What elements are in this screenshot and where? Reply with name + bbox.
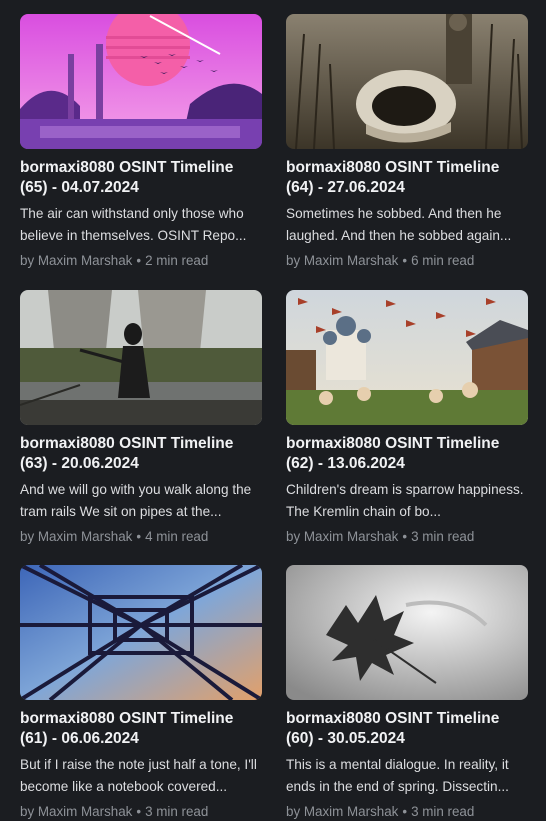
post-read-time: 3 min read <box>145 804 209 819</box>
meta-separator: • <box>402 804 408 819</box>
post-thumbnail[interactable] <box>286 565 528 700</box>
post-card-62[interactable]: bormaxi8080 OSINT Timeline (62) - 13.06.… <box>286 290 528 546</box>
post-read-time: 3 min read <box>411 804 475 819</box>
post-title[interactable]: bormaxi8080 OSINT Timeline (60) - 30.05.… <box>286 709 528 749</box>
post-title[interactable]: bormaxi8080 OSINT Timeline (64) - 27.06.… <box>286 158 528 198</box>
post-author: by Maxim Marshak <box>20 253 133 268</box>
post-read-time: 6 min read <box>411 253 475 268</box>
post-title[interactable]: bormaxi8080 OSINT Timeline (63) - 20.06.… <box>20 434 262 474</box>
post-meta: by Maxim Marshak • 6 min read <box>286 252 528 270</box>
post-grid: bormaxi8080 OSINT Timeline (65) - 04.07.… <box>0 0 546 820</box>
post-meta: by Maxim Marshak • 3 min read <box>286 528 528 546</box>
post-card-65[interactable]: bormaxi8080 OSINT Timeline (65) - 04.07.… <box>20 14 262 270</box>
post-title[interactable]: bormaxi8080 OSINT Timeline (61) - 06.06.… <box>20 709 262 749</box>
post-meta: by Maxim Marshak • 2 min read <box>20 252 262 270</box>
meta-separator: • <box>136 804 142 819</box>
meta-separator: • <box>136 253 142 268</box>
post-card-64[interactable]: bormaxi8080 OSINT Timeline (64) - 27.06.… <box>286 14 528 270</box>
meta-separator: • <box>136 529 142 544</box>
post-thumbnail[interactable] <box>20 565 262 700</box>
post-excerpt: This is a mental dialogue. In reality, i… <box>286 757 509 794</box>
post-card-63[interactable]: bormaxi8080 OSINT Timeline (63) - 20.06.… <box>20 290 262 546</box>
post-author: by Maxim Marshak <box>20 804 133 819</box>
post-read-time: 2 min read <box>145 253 209 268</box>
post-meta: by Maxim Marshak • 3 min read <box>286 803 528 821</box>
post-author: by Maxim Marshak <box>286 529 399 544</box>
post-thumbnail[interactable] <box>286 14 528 149</box>
post-author: by Maxim Marshak <box>286 253 399 268</box>
post-author: by Maxim Marshak <box>20 529 133 544</box>
post-thumbnail[interactable] <box>286 290 528 425</box>
post-title[interactable]: bormaxi8080 OSINT Timeline (62) - 13.06.… <box>286 434 528 474</box>
post-read-time: 4 min read <box>145 529 209 544</box>
meta-separator: • <box>402 253 408 268</box>
post-read-time: 3 min read <box>411 529 475 544</box>
post-excerpt: But if I raise the note just half a tone… <box>20 757 257 794</box>
post-excerpt: Sometimes he sobbed. And then he laughed… <box>286 206 512 243</box>
post-thumbnail[interactable] <box>20 290 262 425</box>
post-excerpt: The air can withstand only those who bel… <box>20 206 247 243</box>
post-meta: by Maxim Marshak • 4 min read <box>20 528 262 546</box>
post-thumbnail[interactable] <box>20 14 262 149</box>
post-author: by Maxim Marshak <box>286 804 399 819</box>
post-card-60[interactable]: bormaxi8080 OSINT Timeline (60) - 30.05.… <box>286 565 528 821</box>
post-excerpt: And we will go with you walk along the t… <box>20 482 252 519</box>
post-excerpt: Children's dream is sparrow happiness. T… <box>286 482 524 519</box>
post-card-61[interactable]: bormaxi8080 OSINT Timeline (61) - 06.06.… <box>20 565 262 821</box>
meta-separator: • <box>402 529 408 544</box>
post-meta: by Maxim Marshak • 3 min read <box>20 803 262 821</box>
post-title[interactable]: bormaxi8080 OSINT Timeline (65) - 04.07.… <box>20 158 262 198</box>
